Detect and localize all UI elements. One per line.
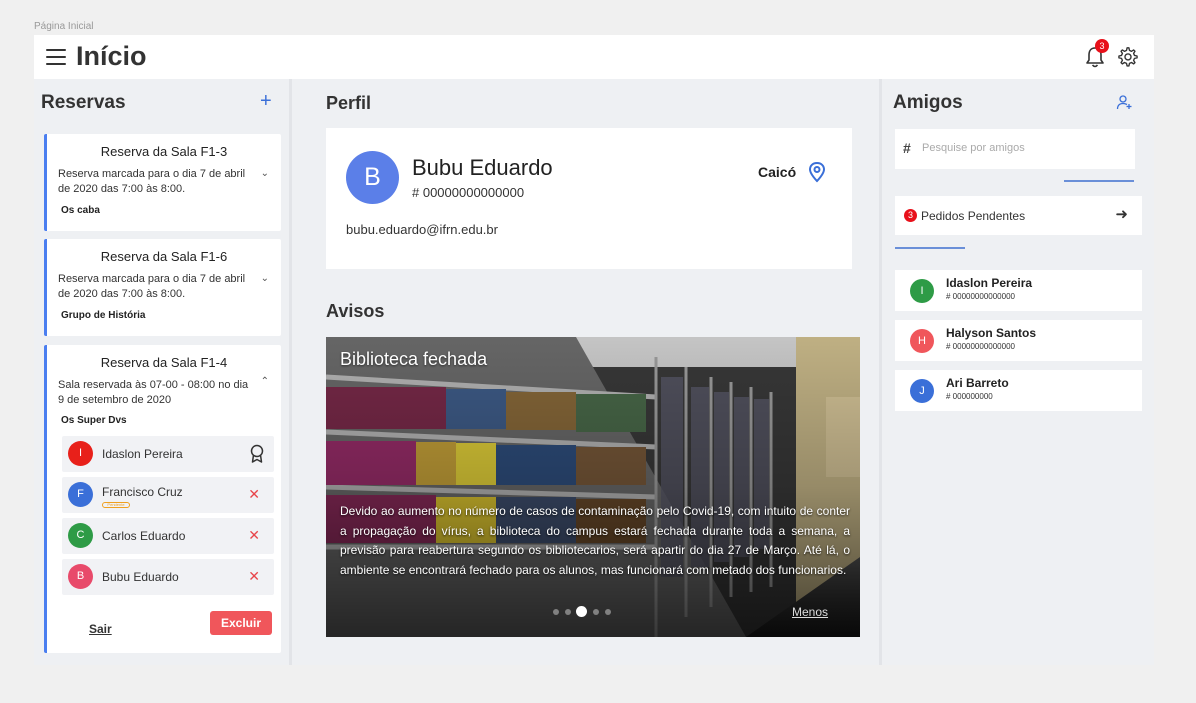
avatar: B [68, 564, 93, 589]
pending-count-badge: 3 [904, 209, 917, 222]
search-underline [1064, 180, 1134, 182]
friend-name: Idaslon Pereira [946, 276, 1033, 290]
chevron-down-icon[interactable]: ⌄ [261, 273, 269, 284]
friend-item[interactable]: H Halyson Santos # 00000000000000 [895, 320, 1142, 361]
friend-item[interactable]: I Idaslon Pereira # 00000000000000 [895, 270, 1142, 311]
friend-name: Halyson Santos [946, 326, 1037, 340]
delete-button[interactable]: Excluir [210, 611, 272, 635]
reservas-title: Reservas [41, 92, 126, 113]
avatar: H [910, 329, 934, 353]
reserva-card[interactable]: Reserva da Sala F1-3 Reserva marcada par… [44, 134, 281, 231]
member-name: Idaslon Pereira [102, 447, 183, 461]
pending-underline [895, 247, 965, 249]
avisos-title: Avisos [326, 301, 385, 321]
reserva-card-expanded[interactable]: Reserva da Sala F1-4 Sala reservada às 0… [44, 345, 281, 653]
pending-badge: Pendente [102, 502, 130, 508]
chevron-up-icon[interactable]: ⌃ [261, 376, 269, 387]
menu-icon[interactable] [46, 49, 66, 65]
reserva-group: Grupo de História [61, 310, 146, 321]
carousel-dot[interactable] [605, 609, 611, 615]
avatar: B [346, 151, 399, 204]
member-name: Bubu Eduardo [102, 570, 179, 584]
chevron-down-icon[interactable]: ⌄ [261, 168, 269, 179]
library-shelves-image [326, 337, 860, 637]
reserva-group: Os caba [61, 205, 100, 216]
avatar: I [68, 441, 93, 466]
friend-search-field[interactable]: # Pesquise por amigos [895, 129, 1135, 169]
show-less-link[interactable]: Menos [792, 605, 828, 619]
member-row: C Carlos Eduardo ✕ [62, 518, 274, 554]
avatar: F [68, 482, 93, 507]
add-friend-icon[interactable] [1116, 94, 1132, 110]
frame-label: Página Inicial [34, 21, 94, 32]
notification-badge: 3 [1095, 39, 1109, 53]
friend-id: # 000000000 [946, 392, 993, 401]
profile-name: Bubu Eduardo [412, 155, 553, 180]
reserva-title: Reserva da Sala F1-6 [100, 249, 228, 264]
gear-icon[interactable] [1117, 46, 1139, 68]
carousel-dot-active[interactable] [576, 606, 587, 617]
app: Início 3 Reservas + Reserva da Sala F1-3… [34, 35, 1154, 665]
member-row: I Idaslon Pereira [62, 436, 274, 472]
add-reserva-button[interactable]: + [260, 91, 272, 111]
reserva-description: Sala reservada às 07-00 - 08:00 no dia 9… [58, 379, 249, 406]
pending-requests-button[interactable]: 3 Pedidos Pendentes ➜ [895, 196, 1142, 235]
leave-button[interactable]: Sair [89, 622, 112, 636]
remove-member-button[interactable]: ✕ [248, 568, 260, 585]
friend-id: # 00000000000000 [946, 342, 1015, 351]
friend-item[interactable]: J Ari Barreto # 000000000 [895, 370, 1142, 411]
carousel-dot[interactable] [553, 609, 559, 615]
friend-name: Ari Barreto [946, 376, 1009, 390]
reserva-description: Reserva marcada para o dia 7 de abril de… [58, 273, 246, 300]
location-pin-icon [808, 161, 826, 183]
member-name: Francisco Cruz [102, 485, 183, 499]
carousel-dot[interactable] [593, 609, 599, 615]
profile-city: Caicó [758, 164, 797, 180]
profile-email: bubu.eduardo@ifrn.edu.br [346, 222, 498, 237]
notice-body: Devido ao aumento no número de casos de … [340, 504, 850, 577]
main-panel: Perfil B Bubu Eduardo # 00000000000000 C… [295, 79, 882, 665]
member-name: Carlos Eduardo [102, 529, 186, 543]
remove-member-button[interactable]: ✕ [248, 486, 260, 503]
reserva-group: Os Super Dvs [61, 415, 127, 426]
top-bar: Início 3 [34, 35, 1154, 79]
perfil-title: Perfil [326, 93, 372, 113]
avatar: J [910, 379, 934, 403]
reserva-title: Reserva da Sala F1-4 [100, 355, 228, 370]
amigos-panel: Amigos # Pesquise por amigos 3 Pedidos P… [885, 79, 1154, 665]
page-title: Início [76, 41, 147, 71]
avatar: C [68, 523, 93, 548]
member-row: B Bubu Eduardo ✕ [62, 559, 274, 595]
amigos-title: Amigos [893, 92, 963, 113]
notice-carousel[interactable]: Biblioteca fechada Devido ao aumento no … [326, 337, 860, 637]
award-icon [250, 444, 264, 463]
carousel-dot[interactable] [565, 609, 571, 615]
remove-member-button[interactable]: ✕ [248, 527, 260, 544]
pending-label: Pedidos Pendentes [921, 209, 1026, 223]
reserva-title: Reserva da Sala F1-3 [100, 144, 228, 159]
profile-card: B Bubu Eduardo # 00000000000000 Caicó bu… [326, 128, 852, 269]
friend-id: # 00000000000000 [946, 292, 1015, 301]
member-row: F Francisco Cruz Pendente ✕ [62, 477, 274, 513]
reserva-card[interactable]: Reserva da Sala F1-6 Reserva marcada par… [44, 239, 281, 336]
reserva-description: Reserva marcada para o dia 7 de abril de… [58, 168, 246, 195]
profile-id: # 00000000000000 [412, 185, 525, 200]
arrow-right-icon: ➜ [1115, 206, 1128, 223]
hash-icon: # [903, 140, 911, 156]
notice-title: Biblioteca fechada [340, 349, 488, 369]
avatar: I [910, 279, 934, 303]
reservas-panel: Reservas + Reserva da Sala F1-3 Reserva … [34, 79, 292, 665]
search-placeholder: Pesquise por amigos [922, 142, 1025, 154]
